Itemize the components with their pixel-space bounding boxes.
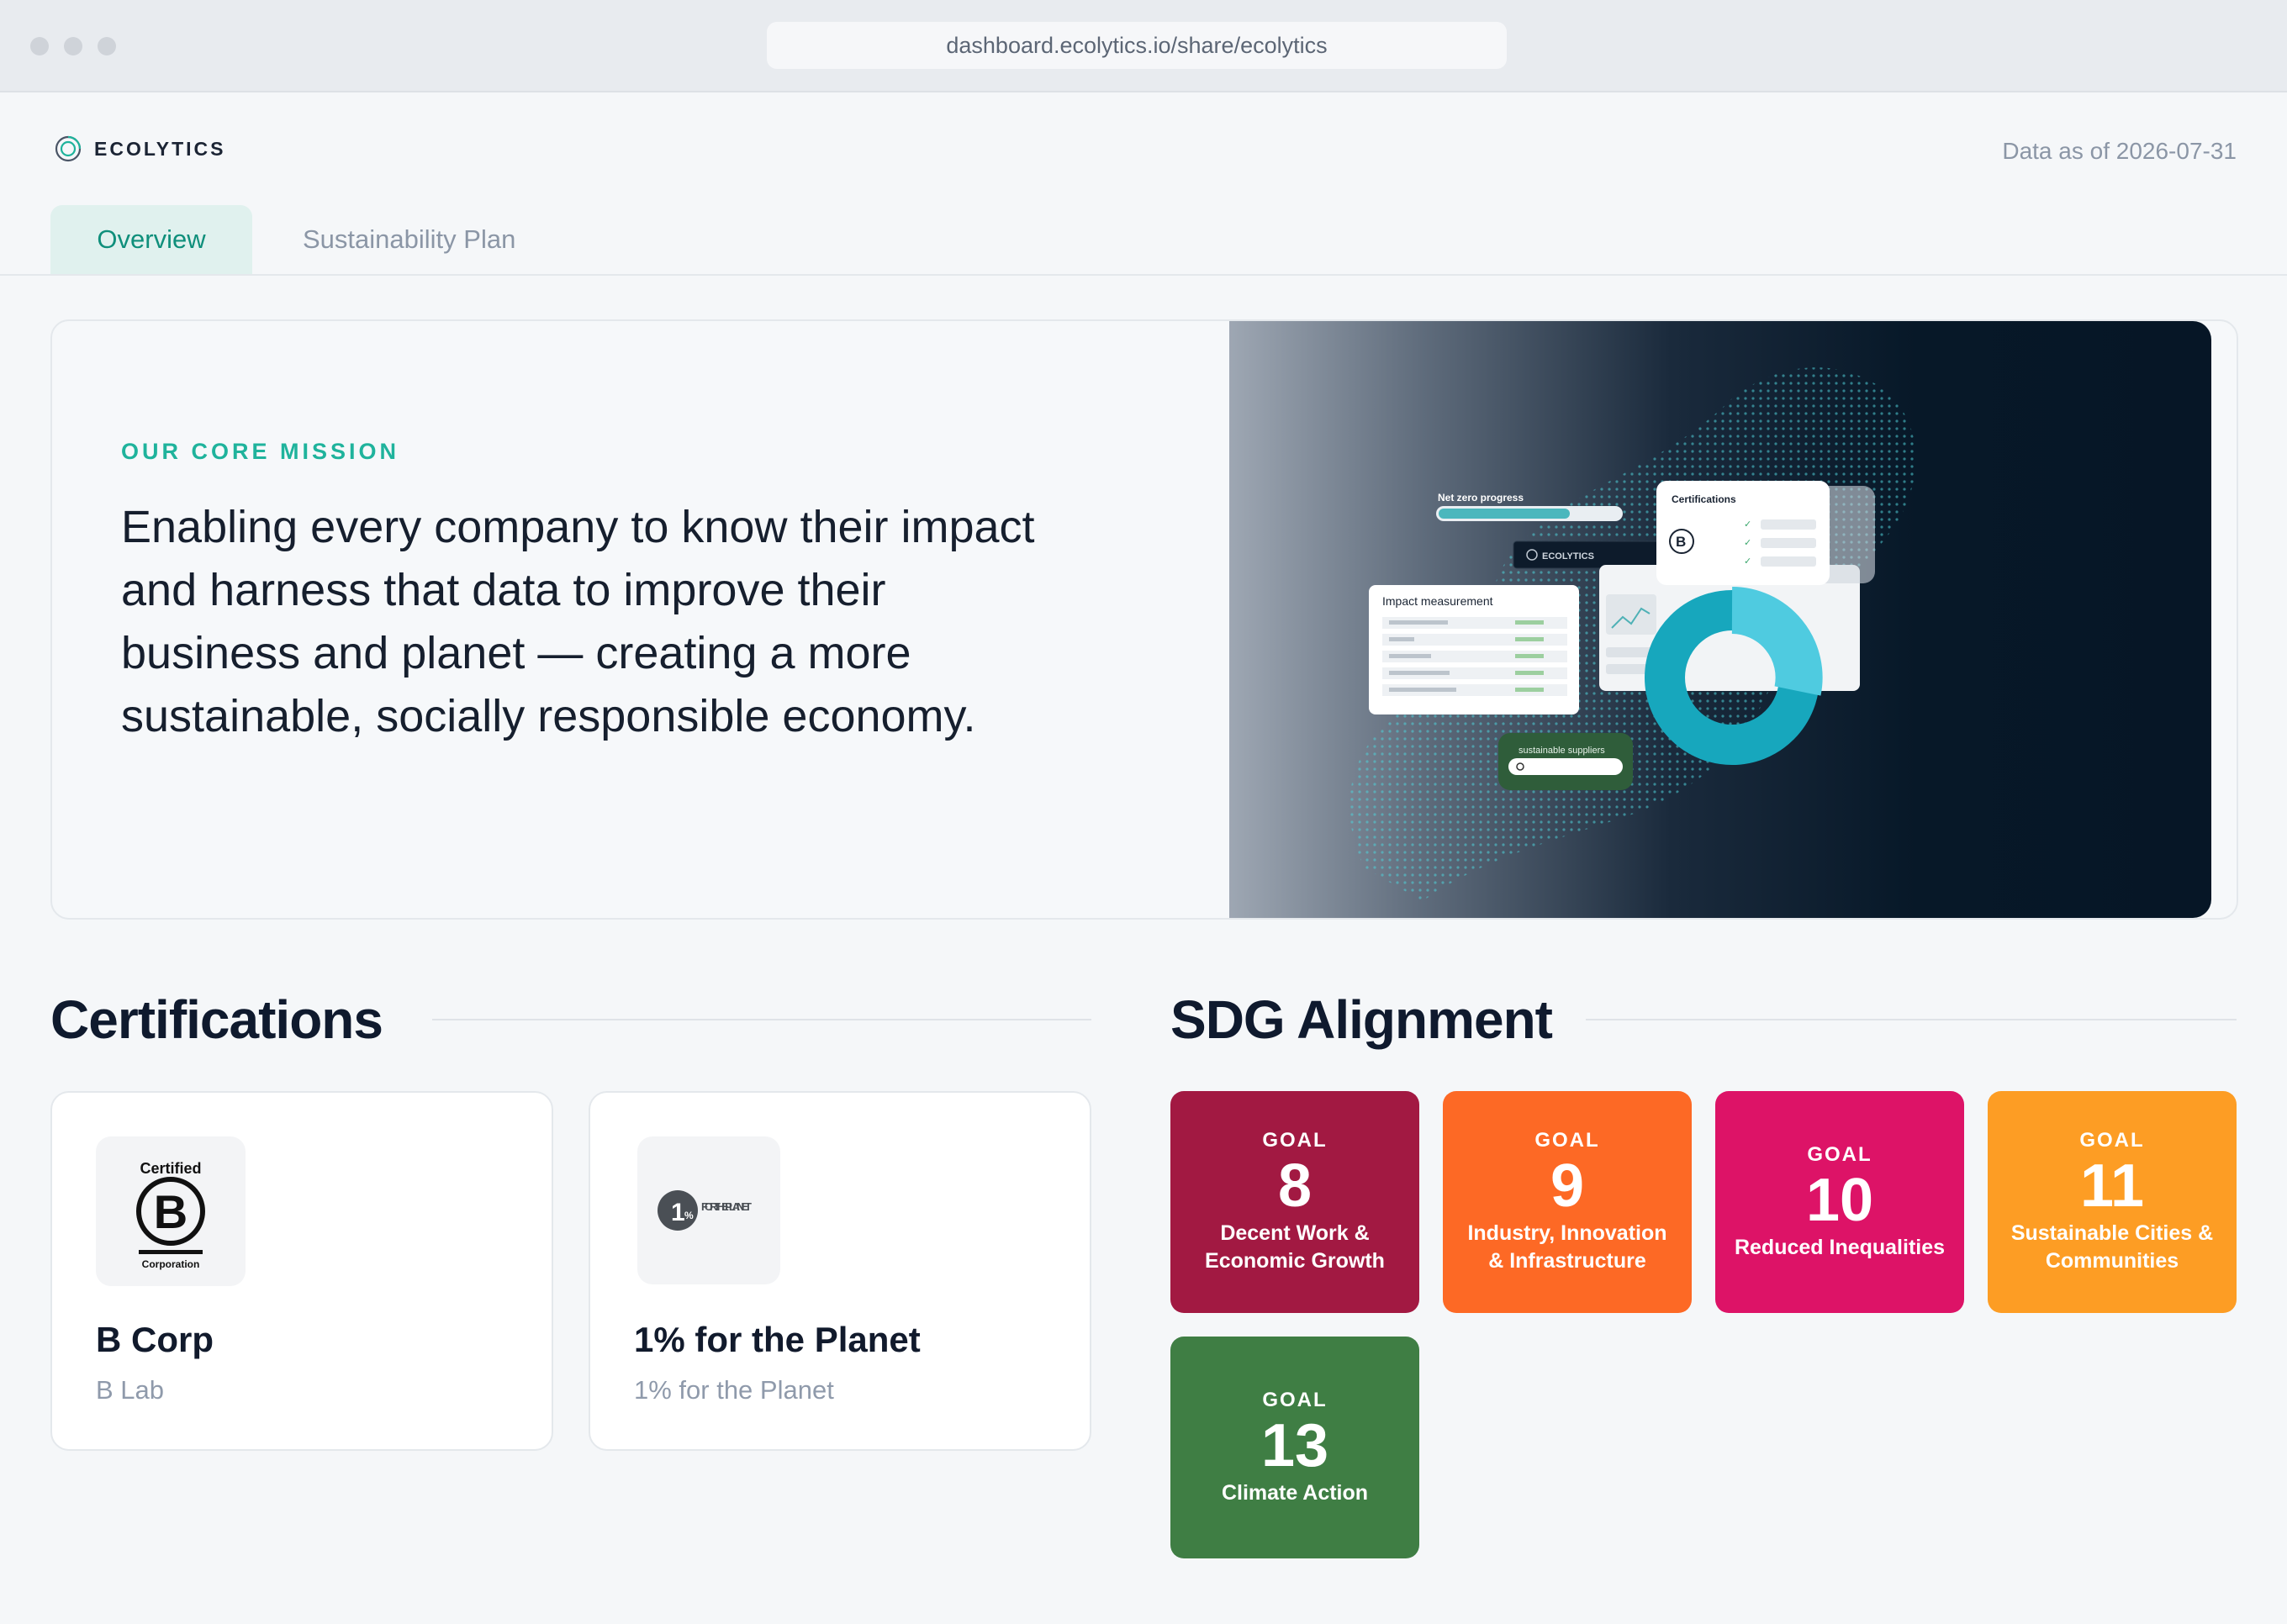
mockup-suppliers-label: sustainable suppliers [1519,746,1605,756]
window-close-dot[interactable] [30,37,49,55]
cert-issuer: B Lab [96,1375,165,1405]
sdg-heading: SDG Alignment [1170,989,1553,1050]
svg-text:✓: ✓ [1744,537,1751,548]
svg-text:1: 1 [671,1199,685,1226]
goal-name: Reduced Inequalities [1734,1235,1946,1259]
one-percent-planet-logo: 1 % FOR THE PLANET [637,1136,780,1284]
mission-eyebrow: OUR CORE MISSION [121,439,400,464]
brand-name: ECOLYTICS [94,137,226,160]
goal-label: GOAL [1534,1129,1600,1152]
goal-name: Sustainable Cities & Communities [2010,1221,2214,1273]
hero-illustration: Net zero progress ECOLYTICS Certificatio… [1229,321,2211,918]
svg-text:B: B [1676,534,1686,550]
mockup-brand: ECOLYTICS [1542,551,1594,562]
goal-label: GOAL [2079,1129,2145,1152]
mission-statement: Enabling every company to know their imp… [121,502,1035,741]
cert-card-one-percent-planet[interactable]: 1 % FOR THE PLANET 1% for the Planet 1% … [589,1091,1091,1451]
goal-number: 13 [1260,1411,1329,1479]
goal-name: Climate Action [1221,1480,1369,1505]
tab-sustainability-plan[interactable]: Sustainability Plan [286,205,532,274]
ecolytics-logo-icon [55,135,82,162]
goal-label: GOAL [1807,1142,1872,1166]
mockup-impact-label: Impact measurement [1382,594,1493,608]
goal-number: 11 [2079,1152,2145,1220]
dashboard-mockup-illustration: Net zero progress ECOLYTICS Certificatio… [1349,367,1916,901]
svg-text:%: % [684,1210,694,1221]
goal-number: 8 [1277,1152,1313,1220]
net-zero-label: Net zero progress [1438,492,1524,504]
one-percent-planet-icon: 1 % FOR THE PLANET [658,1190,752,1231]
cert-name: 1% for the Planet [634,1320,921,1359]
one-percent-planet-logo-text: FOR THE PLANET [701,1200,752,1213]
address-bar[interactable]: dashboard.ecolytics.io/share/ecolytics [767,22,1507,69]
brand-logo[interactable]: ECOLYTICS [54,134,226,163]
sdg-goal-10[interactable]: GOAL 10 Reduced Inequalities [1715,1091,1964,1313]
sdg-goal-11[interactable]: GOAL 11 Sustainable Cities & Communities [1988,1091,2237,1313]
goal-name: Industry, Innovation & Infrastructure [1467,1221,1667,1273]
tab-overview[interactable]: Overview [50,205,252,274]
b-corp-corporation-text: Corporation [142,1258,200,1270]
data-as-of: Data as of 2026-07-31 [2002,138,2237,164]
b-corp-certified-text: Certified [140,1160,201,1177]
svg-text:B: B [154,1185,188,1238]
cert-issuer: 1% for the Planet [634,1375,834,1405]
sdg-goal-13[interactable]: GOAL 13 Climate Action [1170,1337,1419,1558]
tab-bar: Overview Sustainability Plan [50,205,532,274]
sdg-goal-9[interactable]: GOAL 9 Industry, Innovation & Infrastruc… [1443,1091,1692,1313]
window-minimize-dot[interactable] [64,37,82,55]
cert-card-b-corp[interactable]: Certified B Corporation B Corp B Lab [50,1091,553,1451]
svg-text:✓: ✓ [1744,519,1751,530]
mockup-certifications-label: Certifications [1672,493,1736,505]
page: ECOLYTICS Data as of 2026-07-31 Overview… [0,92,2287,1624]
cert-name: B Corp [96,1320,214,1359]
certifications-divider [432,1019,1091,1020]
tab-divider [0,274,2287,276]
goal-number: 10 [1805,1166,1874,1234]
svg-text:✓: ✓ [1744,556,1751,567]
goal-label: GOAL [1262,1129,1328,1152]
goal-label: GOAL [1262,1388,1328,1411]
b-corp-logo: Certified B Corporation [96,1136,246,1286]
goal-name: Decent Work & Economic Growth [1205,1221,1385,1273]
window-maximize-dot[interactable] [98,37,116,55]
mission-card: OUR CORE MISSION Enabling every company … [50,319,2238,920]
goal-number: 9 [1550,1152,1585,1220]
b-corp-icon: Certified B Corporation [136,1160,205,1270]
certifications-heading: Certifications [50,989,383,1050]
sdg-divider [1586,1019,2237,1020]
browser-chrome: dashboard.ecolytics.io/share/ecolytics [0,0,2287,92]
sdg-goal-8[interactable]: GOAL 8 Decent Work & Economic Growth [1170,1091,1419,1313]
